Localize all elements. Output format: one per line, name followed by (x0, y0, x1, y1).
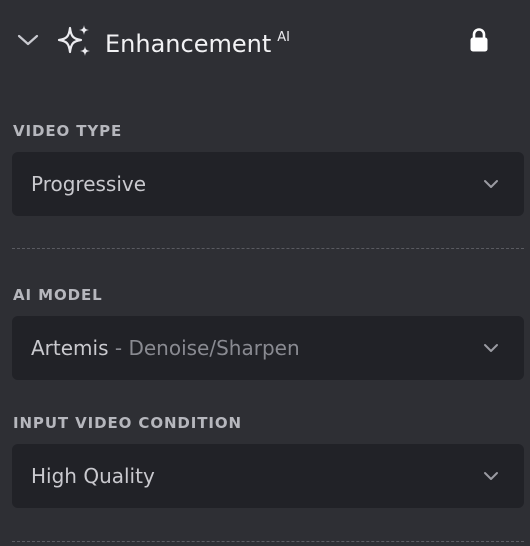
video-type-select[interactable]: Progressive (12, 152, 524, 216)
chevron-down-icon (484, 180, 498, 188)
ai-model-label: AI MODEL (13, 286, 103, 304)
video-type-value-text: Progressive (31, 172, 147, 196)
section-divider (12, 248, 524, 249)
enhancement-panel: Enhancement AI VIDEO TYPE Progressive AI … (0, 0, 530, 546)
sparkles-icon (57, 25, 90, 56)
input-condition-label: INPUT VIDEO CONDITION (13, 414, 242, 432)
input-condition-value-text: High Quality (31, 464, 155, 488)
chevron-down-icon[interactable] (16, 30, 40, 50)
ai-model-value: Artemis - Denoise/Sharpen (31, 316, 300, 380)
section-title-text: Enhancement (105, 30, 272, 58)
ai-model-separator: - (114, 336, 123, 360)
video-type-label: VIDEO TYPE (13, 122, 123, 140)
ai-badge: AI (277, 30, 290, 45)
ai-model-description: Denoise/Sharpen (128, 336, 300, 360)
video-type-value: Progressive (31, 152, 146, 216)
lock-icon[interactable] (469, 27, 489, 53)
chevron-down-icon (484, 472, 498, 480)
input-condition-value: High Quality (31, 444, 155, 508)
section-divider (12, 541, 524, 542)
section-title: Enhancement AI (105, 24, 290, 60)
chevron-down-icon (484, 344, 498, 352)
ai-model-name: Artemis (31, 336, 109, 360)
input-condition-select[interactable]: High Quality (12, 444, 524, 508)
ai-model-select[interactable]: Artemis - Denoise/Sharpen (12, 316, 524, 380)
enhancement-header[interactable]: Enhancement AI (0, 0, 530, 80)
